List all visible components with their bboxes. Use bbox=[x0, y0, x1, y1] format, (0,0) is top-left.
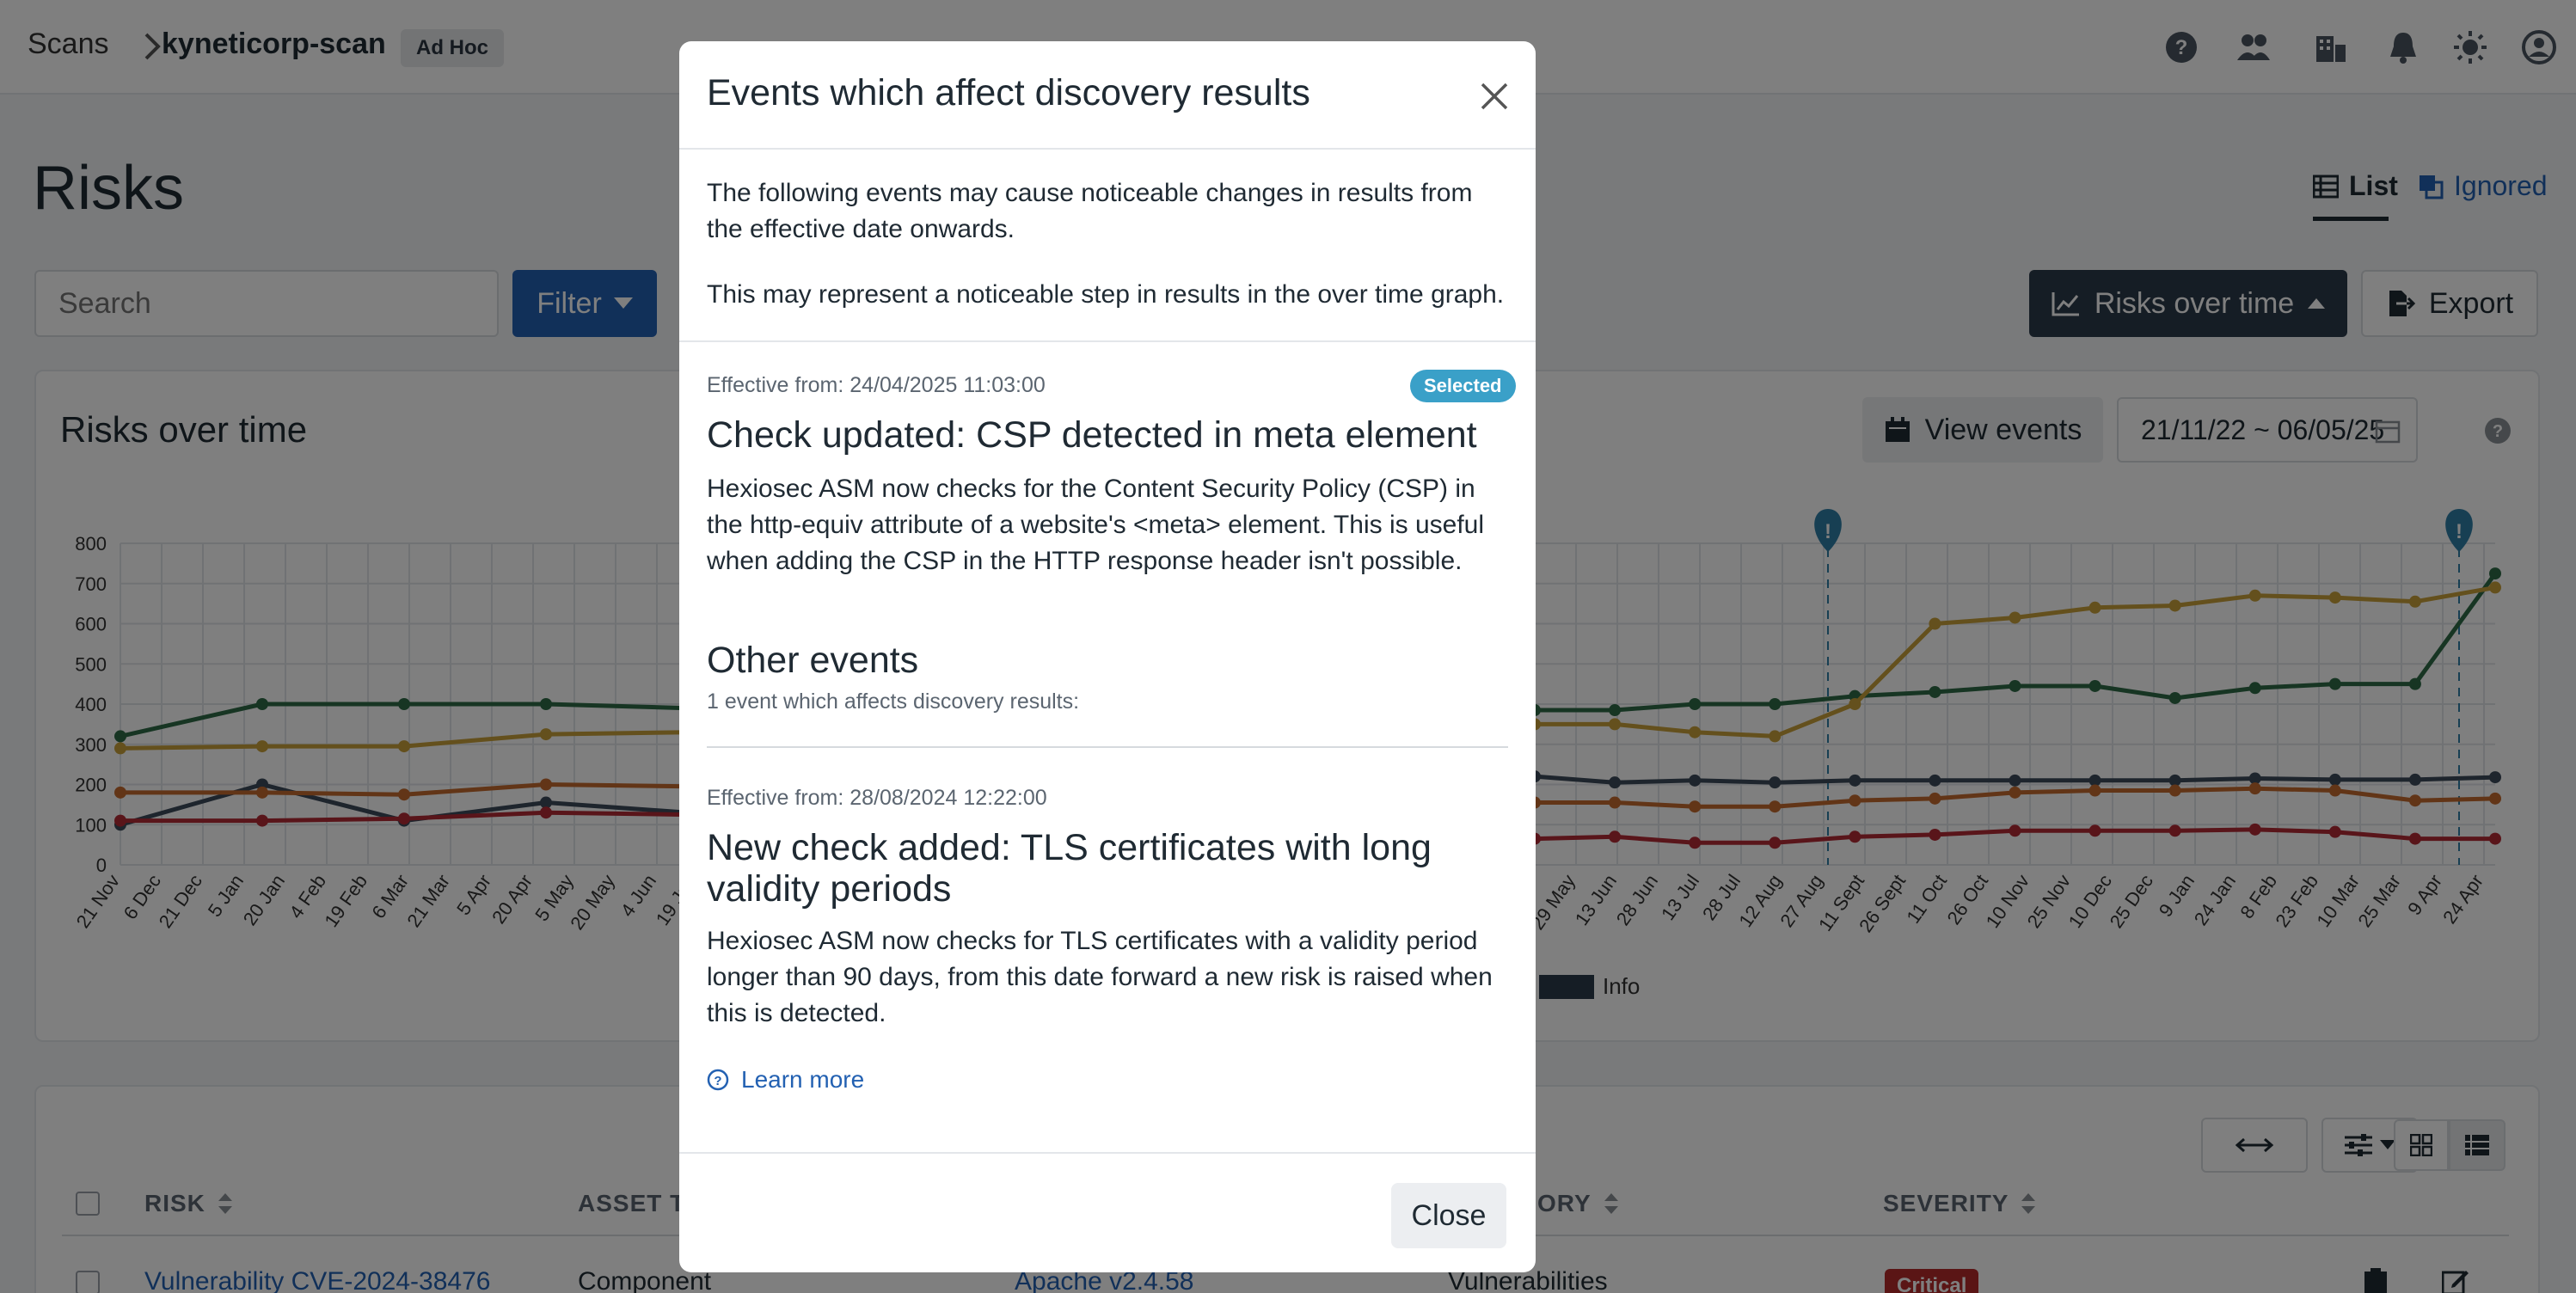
close-icon[interactable] bbox=[1477, 79, 1512, 113]
selected-event-title: Check updated: CSP detected in meta elem… bbox=[707, 414, 1477, 456]
events-modal: Events which affect discovery results Th… bbox=[679, 41, 1536, 1272]
other-events-count: 1 event which affects discovery results: bbox=[707, 689, 1080, 714]
other-event-date: Effective from: 28/08/2024 12:22:00 bbox=[707, 786, 1047, 810]
selected-badge: Selected bbox=[1410, 370, 1516, 402]
svg-text:?: ? bbox=[714, 1074, 721, 1088]
learn-more-link[interactable]: ? Learn more bbox=[707, 1066, 864, 1094]
help-circle-icon: ? bbox=[707, 1069, 729, 1091]
modal-intro-text: The following events may cause noticeabl… bbox=[707, 179, 1473, 243]
divider bbox=[707, 746, 1508, 748]
other-events-heading: Other events bbox=[707, 640, 919, 681]
selected-event-description: Hexiosec ASM now checks for the Content … bbox=[707, 475, 1484, 575]
learn-more-label: Learn more bbox=[741, 1066, 865, 1093]
modal-title: Events which affect discovery results bbox=[707, 72, 1310, 113]
selected-event-date: Effective from: 24/04/2025 11:03:00 bbox=[707, 373, 1046, 397]
modal-intro-note: This may represent a noticeable step in … bbox=[707, 280, 1505, 309]
modal-header: Events which affect discovery results bbox=[679, 41, 1536, 150]
other-event-title: New check added: TLS certificates with l… bbox=[707, 827, 1432, 910]
other-event-description: Hexiosec ASM now checks for TLS certific… bbox=[707, 927, 1493, 1027]
modal-footer: Close bbox=[679, 1152, 1536, 1272]
divider bbox=[679, 340, 1536, 342]
close-button[interactable]: Close bbox=[1391, 1183, 1506, 1248]
